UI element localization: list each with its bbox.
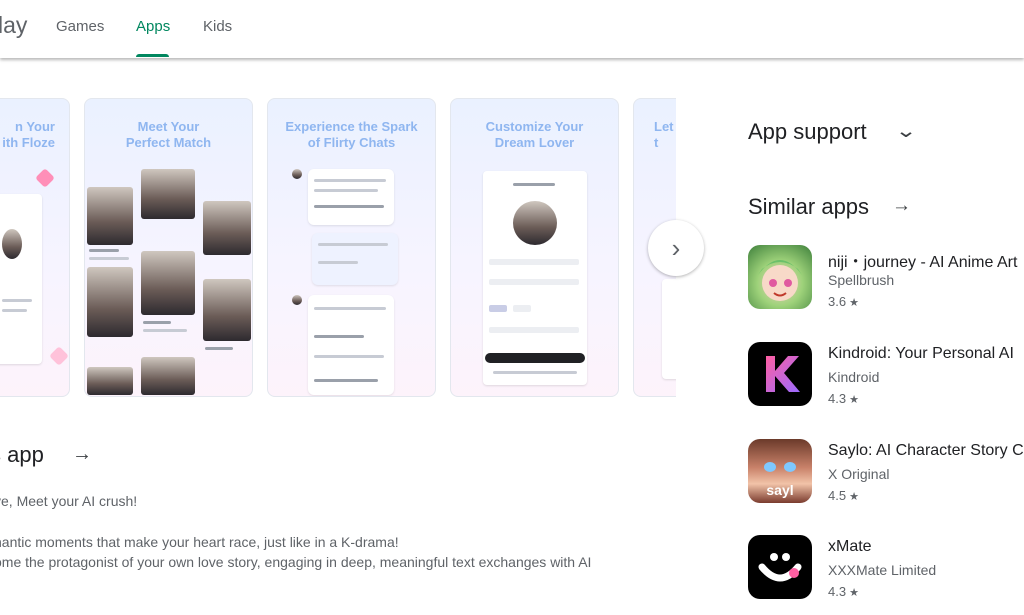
arrow-right-icon[interactable]: → xyxy=(892,195,911,217)
text-line xyxy=(314,307,386,310)
character-portrait xyxy=(141,251,195,315)
tab-kids[interactable]: Kids xyxy=(203,18,232,35)
app-support-title[interactable]: App support xyxy=(748,119,867,145)
xmate-app-icon xyxy=(748,535,812,599)
description-line: ve, Meet your AI crush! xyxy=(0,493,138,509)
avatar xyxy=(513,201,557,245)
google-play-logo-text[interactable]: lay xyxy=(0,12,27,39)
similar-app-item[interactable]: Kindroid: Your Personal AI Kindroid 4.3 ★ xyxy=(748,342,1024,408)
k-logo-icon xyxy=(766,356,800,392)
character-portrait xyxy=(141,357,195,395)
character-portrait xyxy=(87,267,133,337)
app-rating: 4.3 ★ xyxy=(828,584,859,599)
carousel-next-button[interactable]: › xyxy=(648,220,704,276)
app-developer: Spellbrush xyxy=(828,272,895,288)
heart-icon xyxy=(35,168,55,188)
screenshot-3[interactable]: Experience the Spark of Flirty Chats xyxy=(267,98,436,397)
star-icon: ★ xyxy=(849,394,859,406)
input-field xyxy=(489,259,579,265)
description-line: ome the protagonist of your own love sto… xyxy=(0,554,592,570)
app-name: Saylo: AI Character Story Ch xyxy=(828,442,1024,459)
screenshot-caption: n Your ith Floze xyxy=(2,119,55,150)
heart-icon xyxy=(49,346,69,366)
text-line xyxy=(314,189,378,192)
text-line xyxy=(89,249,119,252)
saylo-app-icon: sayl xyxy=(748,439,812,503)
character-face-icon: sayl xyxy=(764,462,796,498)
star-icon: ★ xyxy=(849,491,859,503)
screenshot-4[interactable]: Customize Your Dream Lover xyxy=(450,98,619,397)
kindroid-app-icon xyxy=(748,342,812,406)
niji-journey-app-icon xyxy=(748,245,812,309)
text-line xyxy=(318,261,358,264)
app-name: niji・journey - AI Anime Art xyxy=(828,254,1018,271)
chip xyxy=(513,305,531,312)
text-line xyxy=(89,257,129,260)
character-portrait xyxy=(203,201,251,255)
about-app-title[interactable]: s app xyxy=(0,442,44,468)
app-rating: 4.3 ★ xyxy=(828,391,859,406)
text-line xyxy=(314,205,384,208)
chat-bubble xyxy=(312,233,398,285)
star-icon: ★ xyxy=(849,587,859,599)
text-line xyxy=(513,183,555,186)
screenshot-caption: Meet Your Perfect Match xyxy=(125,119,212,150)
app-rating: 3.6 ★ xyxy=(828,294,859,309)
screenshot-caption: Experience the Spark of Flirty Chats xyxy=(285,119,418,150)
similar-app-item[interactable]: sayl Saylo: AI Character Story Ch X Orig… xyxy=(748,439,1024,505)
input-field xyxy=(489,279,579,285)
chevron-right-icon: › xyxy=(671,232,681,263)
character-portrait xyxy=(87,187,133,245)
character-portrait xyxy=(203,279,251,341)
text-line xyxy=(318,243,388,246)
star-icon: ★ xyxy=(849,297,859,309)
svg-text:sayl: sayl xyxy=(766,482,793,498)
app-name: Kindroid: Your Personal AI xyxy=(828,345,1014,362)
smile-logo-icon xyxy=(758,553,802,582)
input-field xyxy=(489,327,579,333)
character-portrait xyxy=(141,169,195,219)
screenshot-card xyxy=(0,194,42,364)
text-line xyxy=(143,329,187,332)
similar-apps-title[interactable]: Similar apps xyxy=(748,194,869,220)
app-name: xMate xyxy=(828,538,872,555)
app-developer: X Original xyxy=(828,466,890,482)
avatar xyxy=(292,169,302,179)
chevron-down-icon[interactable]: ⌄ xyxy=(895,120,917,143)
arrow-right-icon[interactable]: → xyxy=(72,443,92,466)
text-line xyxy=(2,309,27,312)
screenshot-card xyxy=(662,279,676,379)
app-developer: XXXMate Limited xyxy=(828,562,937,578)
text-line xyxy=(314,379,378,382)
text-line xyxy=(314,355,384,358)
chat-bubble xyxy=(308,169,394,225)
text-line xyxy=(314,179,386,182)
tab-apps[interactable]: Apps xyxy=(136,18,170,35)
screenshot-carousel: n Your ith Floze Meet Your Perfect Match… xyxy=(0,98,676,398)
description-line: nantic moments that make your heart race… xyxy=(0,534,399,550)
chip xyxy=(489,305,507,312)
active-tab-indicator xyxy=(136,54,169,57)
screenshot-caption: Let t xyxy=(654,119,674,150)
screenshot-2[interactable]: Meet Your Perfect Match xyxy=(84,98,253,397)
text-line xyxy=(314,335,364,338)
app-rating: 4.5 ★ xyxy=(828,488,859,503)
app-developer: Kindroid xyxy=(828,369,880,385)
top-nav-bar: lay Games Apps Kids xyxy=(0,0,1024,58)
screenshot-caption: Customize Your Dream Lover xyxy=(485,119,584,150)
text-line xyxy=(493,371,577,374)
next-button xyxy=(485,353,585,363)
text-line xyxy=(2,299,32,302)
similar-app-item[interactable]: niji・journey - AI Anime Art Spellbrush 3… xyxy=(748,245,1024,311)
character-portrait xyxy=(87,367,133,395)
tab-games[interactable]: Games xyxy=(56,18,104,35)
similar-app-item[interactable]: xMate XXXMate Limited 4.3 ★ xyxy=(748,535,1024,601)
anime-character-icon xyxy=(758,260,802,301)
character-portrait xyxy=(2,229,22,259)
avatar xyxy=(292,295,302,305)
text-line xyxy=(205,347,233,350)
screenshot-1[interactable]: n Your ith Floze xyxy=(0,98,70,397)
text-line xyxy=(143,321,171,324)
